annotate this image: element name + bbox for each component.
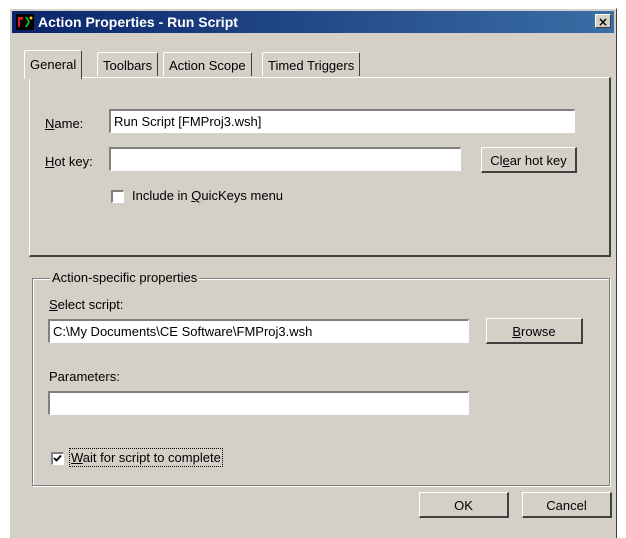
close-icon: ×: [597, 15, 609, 29]
title-bar[interactable]: Action Properties - Run Script ×: [12, 11, 614, 33]
close-button[interactable]: ×: [595, 14, 611, 29]
quickeys-app-icon: [16, 14, 34, 30]
wait-complete-label[interactable]: Wait for script to complete: [69, 448, 223, 467]
tab-toolbars[interactable]: Toolbars: [97, 52, 159, 76]
tab-timed-triggers-label: Timed Triggers: [268, 58, 355, 73]
tab-general[interactable]: General: [24, 50, 83, 79]
checkmark-icon: [53, 454, 62, 462]
browse-button[interactable]: Browse: [486, 318, 583, 344]
script-path-field[interactable]: C:\My Documents\CE Software\FMProj3.wsh: [48, 319, 469, 343]
tab-timed-triggers[interactable]: Timed Triggers: [262, 52, 361, 76]
wait-complete-checkbox[interactable]: [51, 452, 64, 465]
tab-action-scope-label: Action Scope: [169, 58, 246, 73]
tab-toolbars-label: Toolbars: [103, 58, 153, 73]
parameters-field[interactable]: [48, 391, 469, 415]
tab-action-scope[interactable]: Action Scope: [163, 52, 252, 76]
tab-general-label: General: [30, 57, 77, 72]
parameters-label: Parameters:: [49, 369, 120, 384]
select-script-label: Select script:: [49, 297, 124, 312]
general-tab-panel: [29, 77, 611, 257]
ok-button[interactable]: OK: [419, 492, 509, 518]
cancel-button[interactable]: Cancel: [522, 492, 612, 518]
action-specific-group-label: Action-specific properties: [50, 270, 200, 285]
action-properties-dialog: Action Properties - Run Script × General…: [9, 8, 617, 538]
window-title: Action Properties - Run Script: [38, 14, 238, 30]
